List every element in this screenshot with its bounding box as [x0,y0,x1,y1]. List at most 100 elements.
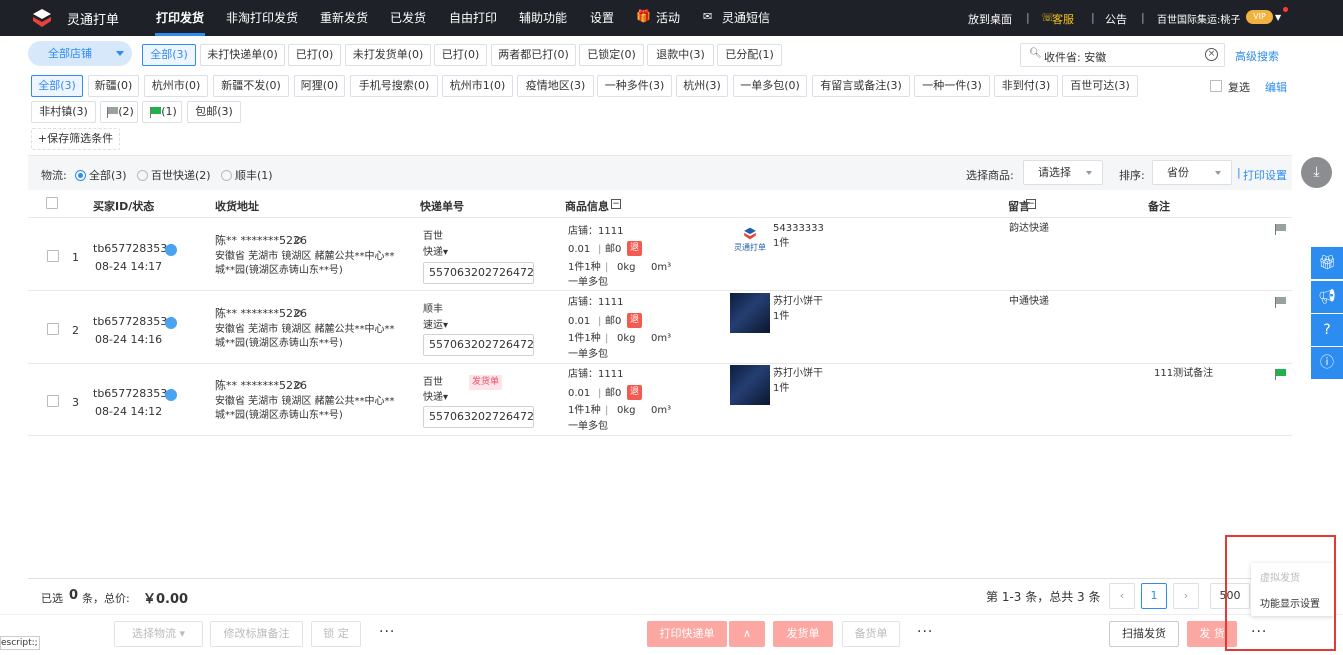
nav-sms[interactable]: 灵通短信 [722,9,770,26]
tab-locked[interactable]: 已锁定(0) [579,44,644,66]
logistics-baishi-radio[interactable]: 百世快递(2) [137,167,211,183]
select-goods-dropdown[interactable]: 请选择 [1023,160,1103,185]
tag-phone-search[interactable]: 手机号搜索(0) [350,75,438,97]
print-express-dropdown[interactable]: ∧ [729,621,765,647]
download-icon[interactable]: ⤓ [1301,157,1332,188]
tab-not-printed-invoice[interactable]: 未打发货单(0) [345,44,431,66]
buyer-id[interactable]: tb6577283536 [93,387,174,400]
select-all-checkbox[interactable] [46,197,58,209]
tab-not-printed-express[interactable]: 未打快递单(0) [200,44,285,66]
advanced-search-link[interactable]: 高级搜索 [1235,48,1279,64]
notice-link[interactable]: 公告 [1105,11,1127,27]
tracking-number-input[interactable]: 557063202726472 [423,406,534,428]
nav-shipped[interactable]: 已发货 [390,9,426,26]
tab-all[interactable]: 全部(3) [142,44,196,66]
logistics-all-radio[interactable]: 全部(3) [75,167,127,183]
choose-logistics-button[interactable]: 选择物流 ▾ [114,621,203,647]
tag-baishi-reachable[interactable]: 百世可达(3) [1062,75,1138,97]
tab-both-printed[interactable]: 两者都已打(0) [491,44,576,66]
help-icon[interactable]: ? [1311,314,1343,346]
product-thumbnail[interactable]: 灵通打单 [730,227,770,257]
support-link[interactable]: 客服 [1052,11,1074,27]
invoice-button[interactable]: 发货单 [773,621,833,647]
table-row[interactable]: 1 tb6577283536 08-24 14:17 陈** *******52… [28,219,1292,291]
tab-printed-invoice[interactable]: 已打(0) [434,44,487,66]
tag-free-shipping[interactable]: 包邮(3) [187,101,241,123]
flag-icon[interactable] [1275,369,1287,380]
row-checkbox[interactable] [47,250,59,262]
lock-button[interactable]: 锁 定 [311,621,361,647]
more-icon[interactable]: ··· [917,624,933,640]
wangwang-icon[interactable] [165,244,177,256]
print-settings-link[interactable]: 打印设置 [1243,167,1287,183]
logistics-shunfeng-radio[interactable]: 顺丰(1) [221,167,273,183]
table-row[interactable]: 3 tb6577283536 08-24 14:12 陈** *******52… [28,364,1292,436]
tag-gray-flag[interactable]: (2) [100,101,138,123]
flag-icon[interactable] [1275,224,1287,235]
search-box[interactable]: 🔍︎ 收件省: 安徽 × [1020,43,1225,67]
courier-type-select[interactable]: 快递▾ [423,246,448,259]
account-dropdown-icon[interactable]: ▼ [1275,13,1281,22]
collapse-message-icon[interactable]: − [1026,199,1036,209]
courier-type-select[interactable]: 速运▾ [423,319,448,332]
tag-green-flag[interactable]: (1) [142,101,182,123]
megaphone-icon[interactable]: 📢︎ [1311,281,1343,313]
account-name[interactable]: 百世国际集运:桃子 [1157,11,1240,26]
tag-one-kind-one[interactable]: 一种一件(3) [914,75,990,97]
page-button[interactable]: 1 [1141,583,1167,609]
nav-activity[interactable]: 活动 [656,9,680,26]
tag-epidemic-region[interactable]: 疫情地区(3) [517,75,594,97]
tag-has-message[interactable]: 有留言或备注(3) [812,75,910,97]
multi-package-link[interactable]: 一单多包 [568,348,608,361]
nav-non-taobao[interactable]: 非淘打印发货 [226,9,298,26]
tag-non-village[interactable]: 非村镇(3) [31,101,96,123]
tracking-number-input[interactable]: 557063202726472 [423,334,534,356]
tab-refunding[interactable]: 退款中(3) [647,44,714,66]
multi-package-link[interactable]: 一单多包 [568,276,608,289]
scan-ship-button[interactable]: 扫描发货 [1109,621,1179,647]
product-thumbnail[interactable] [730,293,770,333]
table-row[interactable]: 2 tb6577283536 08-24 14:16 陈** *******52… [28,292,1292,364]
tag-one-order-multi-pkg[interactable]: 一单多包(0) [733,75,807,97]
tracking-number-input[interactable]: 557063202726472 [423,262,534,284]
row-checkbox[interactable] [47,395,59,407]
collapse-goods-icon[interactable]: − [611,199,621,209]
tag-not-cod[interactable]: 非到付(3) [994,75,1058,97]
gift-icon[interactable]: 🎁︎ [1311,247,1343,279]
tag-hangzhou-city1[interactable]: 杭州市1(0) [442,75,513,97]
save-filter-button[interactable]: +保存筛选条件 [31,128,120,150]
eye-icon[interactable]: ⊘ [294,379,302,392]
clear-icon[interactable]: × [1205,48,1218,61]
search-input-value[interactable]: 收件省: 安徽 [1044,49,1106,65]
tag-hangzhou-city[interactable]: 杭州市(0) [144,75,208,97]
multi-select-checkbox[interactable] [1210,80,1222,92]
buyer-id[interactable]: tb6577283536 [93,242,174,255]
flag-icon[interactable] [1275,297,1287,308]
wangwang-icon[interactable] [165,389,177,401]
sort-dropdown[interactable]: 省份 [1152,160,1232,185]
nav-tools[interactable]: 辅助功能 [519,9,567,26]
product-thumbnail[interactable] [730,365,770,405]
edit-tags-link[interactable]: 编辑 [1265,79,1287,95]
tab-printed[interactable]: 已打(0) [288,44,341,66]
wangwang-icon[interactable] [165,317,177,329]
tag-xinjiang-no-ship[interactable]: 新疆不发(0) [213,75,289,97]
nav-settings[interactable]: 设置 [590,9,614,26]
stock-list-button[interactable]: 备货单 [842,621,900,647]
courier-type-select[interactable]: 快递▾ [423,391,448,404]
nav-free-print[interactable]: 自由打印 [449,9,497,26]
prev-page-button[interactable]: ‹ [1109,583,1135,609]
nav-reship[interactable]: 重新发货 [320,9,368,26]
more-icon[interactable]: ··· [379,624,395,640]
row-checkbox[interactable] [47,323,59,335]
tag-hangzhou[interactable]: 杭州(3) [676,75,728,97]
store-select[interactable]: 全部店铺 [28,41,132,66]
info-icon[interactable]: ⓘ [1311,347,1343,379]
multi-package-link[interactable]: 一单多包 [568,420,608,433]
tag-one-kind-multi[interactable]: 一种多件(3) [597,75,672,97]
eye-icon[interactable]: ⊘ [294,234,302,247]
tag-ali[interactable]: 阿狸(0) [294,75,345,97]
put-desktop-link[interactable]: 放到桌面 [968,11,1012,27]
nav-print-ship[interactable]: 打印发货 [156,9,204,26]
next-page-button[interactable]: › [1173,583,1199,609]
